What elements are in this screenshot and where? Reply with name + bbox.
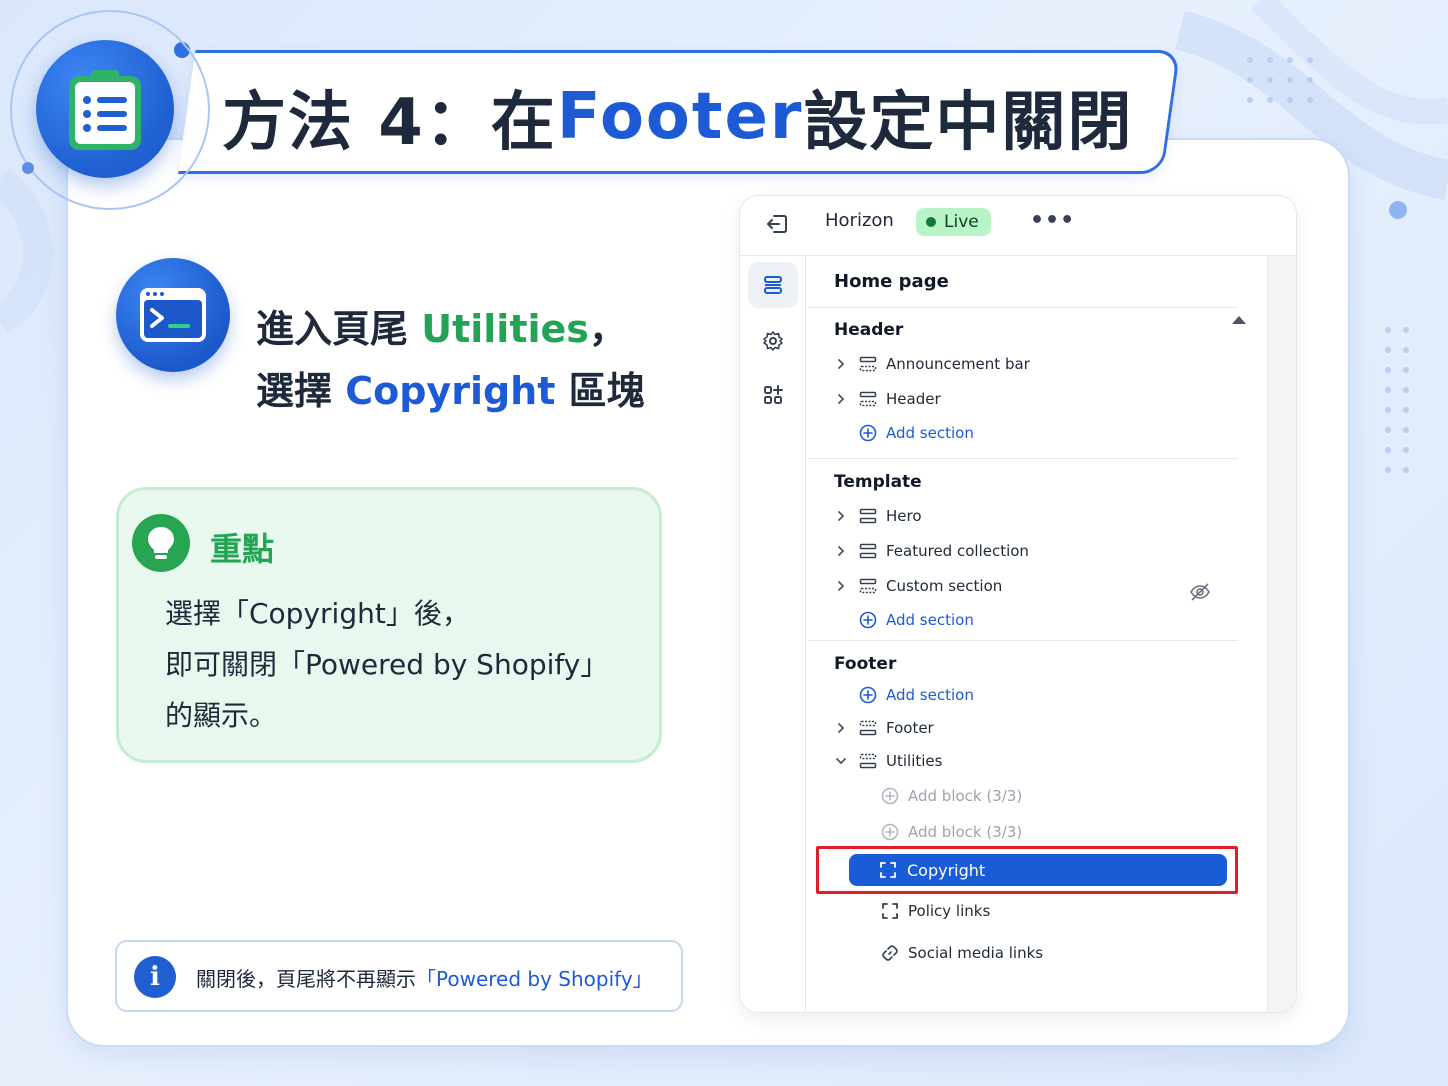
apps-icon	[764, 385, 783, 404]
add-section-button-footer[interactable]: Add section	[858, 682, 974, 708]
step-text: ，	[588, 307, 627, 351]
sections-rail-button[interactable]	[748, 262, 798, 308]
plus-circle-icon	[880, 786, 900, 806]
tip-line: 即可關閉「Powered by Shopify」	[165, 648, 609, 681]
step-instruction-line-2: 選擇 Copyright 區塊	[256, 360, 645, 415]
more-options-icon[interactable]: •••	[1030, 208, 1075, 233]
title-highlight: Footer	[556, 80, 804, 154]
section-layout-icon	[858, 751, 878, 771]
section-label: Header	[886, 390, 941, 408]
section-label: Hero	[886, 507, 922, 525]
block-label: Policy links	[908, 902, 991, 920]
gear-icon	[763, 331, 783, 351]
tip-line: 的顯示。	[165, 699, 278, 732]
add-block-label: Add block (3/3)	[908, 787, 1023, 805]
divider	[808, 458, 1238, 459]
tip-line: 選擇「Copyright」後，	[165, 597, 470, 630]
chevron-right-icon[interactable]	[834, 579, 848, 593]
exit-icon[interactable]	[764, 211, 790, 237]
section-label: Custom section	[886, 577, 1003, 595]
add-section-label: Add section	[886, 424, 974, 442]
settings-rail-button[interactable]	[748, 318, 798, 364]
chevron-right-icon[interactable]	[834, 509, 848, 523]
step-highlight-utilities: Utilities	[421, 307, 589, 351]
section-layout-icon	[858, 354, 878, 374]
highlight-frame	[816, 846, 1238, 894]
section-row-announcement-bar[interactable]: Announcement bar	[834, 351, 1030, 377]
divider	[808, 307, 1238, 308]
divider	[808, 640, 1238, 641]
add-block-button-disabled[interactable]: Add block (3/3)	[880, 783, 1022, 809]
info-text: 關閉後，頁尾將不再顯示「Powered by Shopify」	[196, 963, 653, 992]
plus-circle-icon	[858, 423, 878, 443]
step-text: 區塊	[555, 369, 645, 413]
title-suffix: 設定中關閉	[803, 86, 1134, 160]
block-frame-icon	[880, 901, 900, 921]
link-icon	[880, 943, 900, 963]
title-prefix: 方法 4：在	[222, 86, 557, 160]
info-text-prefix: 關閉後，頁尾將不再顯示	[196, 967, 416, 991]
theme-name[interactable]: Horizon	[825, 210, 894, 231]
section-row-custom-section[interactable]: Custom section	[834, 573, 1002, 599]
sections-icon	[764, 276, 782, 294]
lightbulb-icon	[132, 514, 190, 572]
sidebar-scrollbar[interactable]	[1267, 256, 1296, 1012]
section-row-utilities[interactable]: Utilities	[834, 748, 942, 774]
add-section-button-header[interactable]: Add section	[858, 420, 974, 446]
orbit-dot	[22, 162, 34, 174]
editor-side-rail	[740, 256, 806, 1012]
apps-rail-button[interactable]	[748, 372, 798, 418]
add-section-label: Add section	[886, 611, 974, 629]
section-row-header[interactable]: Header	[834, 386, 941, 412]
tip-title: 重點	[210, 530, 275, 568]
plus-circle-icon	[880, 822, 900, 842]
terminal-icon	[116, 258, 230, 372]
section-row-featured-collection[interactable]: Featured collection	[834, 538, 1029, 564]
editor-topbar: Horizon Live •••	[740, 196, 1296, 256]
plus-circle-icon	[858, 610, 878, 630]
group-title-template: Template	[834, 472, 922, 492]
page-title: 方法 4：在 Footer 設定中關閉	[222, 72, 1133, 162]
block-row-social-media-links[interactable]: Social media links	[880, 940, 1043, 966]
chevron-right-icon[interactable]	[834, 357, 848, 371]
section-label: Announcement bar	[886, 355, 1030, 373]
page-selector[interactable]: Home page	[834, 271, 949, 292]
info-text-highlight: 「Powered by Shopify」	[416, 967, 653, 991]
live-status-label: Live	[944, 212, 979, 232]
chevron-right-icon[interactable]	[834, 721, 848, 735]
eye-hidden-icon[interactable]	[1188, 580, 1212, 604]
step-instruction-line-1: 進入頁尾 Utilities，	[256, 298, 627, 353]
add-block-label: Add block (3/3)	[908, 823, 1023, 841]
chevron-down-icon[interactable]	[834, 754, 848, 768]
section-label: Utilities	[886, 752, 943, 770]
add-block-button-disabled[interactable]: Add block (3/3)	[880, 819, 1022, 845]
section-label: Footer	[886, 719, 934, 737]
group-title-header: Header	[834, 320, 904, 340]
section-layout-icon	[858, 576, 878, 596]
block-label: Social media links	[908, 944, 1044, 962]
section-layout-icon	[858, 506, 878, 526]
add-section-label: Add section	[886, 686, 974, 704]
clipboard-list-icon	[36, 40, 174, 178]
add-section-button-template[interactable]: Add section	[858, 607, 974, 633]
scroll-up-icon[interactable]	[1232, 316, 1246, 324]
chevron-right-icon[interactable]	[834, 544, 848, 558]
live-dot-icon	[926, 217, 936, 227]
step-text: 選擇	[256, 369, 346, 413]
info-icon: i	[134, 956, 176, 998]
chevron-right-icon[interactable]	[834, 392, 848, 406]
section-layout-icon	[858, 541, 878, 561]
section-row-footer[interactable]: Footer	[834, 715, 934, 741]
block-row-policy-links[interactable]: Policy links	[880, 898, 990, 924]
section-layout-icon	[858, 718, 878, 738]
step-text: 進入頁尾	[256, 307, 422, 351]
step-highlight-copyright: Copyright	[345, 369, 556, 413]
group-title-footer: Footer	[834, 654, 897, 674]
section-layout-icon	[858, 389, 878, 409]
section-row-hero[interactable]: Hero	[834, 503, 922, 529]
live-status-badge: Live	[916, 208, 991, 236]
section-label: Featured collection	[886, 542, 1029, 560]
plus-circle-icon	[858, 685, 878, 705]
